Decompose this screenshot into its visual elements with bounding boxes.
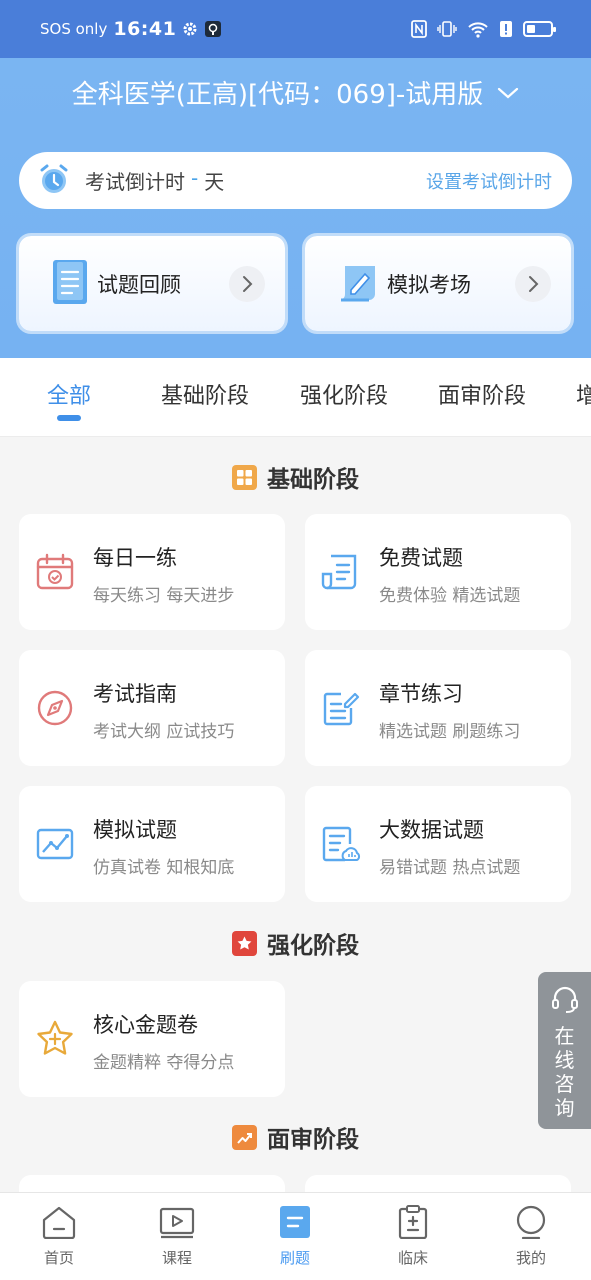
wifi-icon — [467, 20, 489, 38]
exam-countdown-bar: 考试倒计时 - 天 设置考试倒计时 — [19, 152, 572, 209]
course-title: 全科医学(正高)[代码：069]-试用版 — [71, 79, 484, 110]
nav-label: 我的 — [515, 1249, 546, 1267]
chevron-right-icon — [515, 265, 551, 302]
nav-label: 临床 — [397, 1249, 428, 1267]
battery-icon — [523, 21, 556, 37]
countdown-label: 考试倒计时 — [85, 170, 185, 194]
card-title: 考试指南 — [93, 682, 177, 706]
grid-icon — [232, 464, 257, 490]
card-subtitle: 仿真试卷 知根知底 — [93, 858, 235, 878]
mock-exam-card[interactable]: 模拟考场 — [305, 236, 571, 331]
nav-clinical[interactable]: 临床 — [354, 1193, 472, 1280]
nav-mine[interactable]: 我的 — [472, 1193, 590, 1280]
settings-gear-icon — [182, 21, 198, 37]
status-right — [411, 20, 556, 38]
set-countdown-link[interactable]: 设置考试倒计时 — [426, 168, 552, 194]
card-title: 核心金题卷 — [93, 1013, 198, 1037]
home-icon — [41, 1205, 77, 1243]
exam-guide-card[interactable]: 考试指南 考试大纲 应试技巧 — [19, 650, 285, 766]
nav-label: 刷题 — [279, 1249, 310, 1267]
status-bar: SOS only 16:41 — [0, 0, 591, 58]
nav-label: 课程 — [161, 1249, 192, 1267]
section-review-title: 面审阶段 — [0, 1121, 591, 1153]
card-title: 每日一练 — [93, 546, 177, 570]
chapter-practice-card[interactable]: 章节练习 精选试题 刷题练习 — [305, 650, 571, 766]
countdown-unit: 天 — [204, 170, 225, 194]
consult-label: 在线咨询 — [554, 1024, 575, 1120]
section-title-text: 强化阶段 — [267, 933, 359, 959]
card-subtitle: 考试大纲 应试技巧 — [93, 722, 235, 742]
trend-chart-icon — [35, 824, 75, 864]
chart-badge-icon — [232, 1124, 257, 1150]
card-title: 章节练习 — [379, 682, 463, 706]
carrier-text: SOS only — [40, 20, 108, 38]
course-selector[interactable]: 全科医学(正高)[代码：069]-试用版 — [0, 72, 591, 112]
star-badge-icon — [232, 930, 257, 956]
chevron-right-icon — [229, 265, 265, 302]
daily-practice-card[interactable]: 每日一练 每天练习 每天进步 — [19, 514, 285, 630]
bottom-navigation: 首页 课程 刷题 临床 我的 — [0, 1192, 591, 1280]
status-left: SOS only 16:41 — [40, 18, 222, 40]
card-subtitle: 易错试题 热点试题 — [379, 858, 521, 878]
core-gold-paper-card[interactable]: 核心金题卷 金题精粹 夺得分点 — [19, 981, 285, 1097]
document-icon — [51, 258, 91, 310]
big-data-questions-card[interactable]: 大数据试题 易错试题 热点试题 — [305, 786, 571, 902]
section-intensive-title: 强化阶段 — [0, 927, 591, 959]
vibrate-icon — [437, 20, 457, 38]
tab-all[interactable]: 全部 — [47, 378, 91, 410]
section-title-text: 基础阶段 — [267, 467, 359, 493]
star-icon — [35, 1019, 75, 1059]
card-title: 大数据试题 — [379, 818, 484, 842]
stage-tab-bar: 全部 基础阶段 强化阶段 面审阶段 增 — [0, 358, 591, 437]
section-basic-title: 基础阶段 — [0, 461, 591, 493]
card-subtitle: 每天练习 每天进步 — [93, 586, 235, 606]
clock: 16:41 — [113, 18, 177, 40]
card-title: 模拟试题 — [93, 818, 177, 842]
chevron-down-icon — [497, 77, 519, 107]
online-consult-button[interactable]: 在线咨询 — [538, 972, 591, 1129]
nav-label: 首页 — [43, 1249, 74, 1267]
video-play-icon — [159, 1205, 195, 1243]
nav-practice[interactable]: 刷题 — [236, 1193, 354, 1280]
countdown-text: 考试倒计时 - 天 — [85, 166, 224, 195]
tab-more[interactable]: 增 — [576, 378, 591, 410]
card-subtitle: 免费体验 精选试题 — [379, 586, 521, 606]
practice-list-icon — [277, 1205, 313, 1243]
card-subtitle: 精选试题 刷题练习 — [379, 722, 521, 742]
mock-questions-card[interactable]: 模拟试题 仿真试卷 知根知底 — [19, 786, 285, 902]
tab-intensive-stage[interactable]: 强化阶段 — [300, 378, 388, 410]
tab-review-stage[interactable]: 面审阶段 — [438, 378, 526, 410]
free-questions-card[interactable]: 免费试题 免费体验 精选试题 — [305, 514, 571, 630]
calendar-icon — [35, 552, 75, 592]
active-tab-indicator — [57, 415, 81, 421]
exam-paper-pen-icon — [337, 260, 381, 308]
scroll-document-icon — [321, 552, 361, 592]
quick-action-label: 模拟考场 — [387, 272, 471, 297]
clipboard-icon — [395, 1205, 431, 1243]
headset-icon — [550, 984, 580, 1018]
nfc-icon — [411, 20, 427, 38]
quick-action-label: 试题回顾 — [97, 272, 181, 297]
alert-icon — [499, 20, 513, 38]
nav-courses[interactable]: 课程 — [118, 1193, 236, 1280]
countdown-days: - — [191, 166, 199, 190]
notification-app-icon — [204, 20, 222, 38]
tab-basic-stage[interactable]: 基础阶段 — [161, 378, 249, 410]
review-questions-card[interactable]: 试题回顾 — [19, 236, 285, 331]
alarm-clock-icon — [37, 162, 71, 200]
data-cloud-icon — [321, 824, 361, 864]
section-title-text: 面审阶段 — [267, 1127, 359, 1153]
nav-home[interactable]: 首页 — [0, 1193, 118, 1280]
user-profile-icon — [513, 1205, 549, 1243]
card-title: 免费试题 — [379, 546, 463, 570]
card-subtitle: 金题精粹 夺得分点 — [93, 1053, 235, 1073]
edit-list-icon — [321, 688, 361, 728]
compass-icon — [35, 688, 75, 728]
